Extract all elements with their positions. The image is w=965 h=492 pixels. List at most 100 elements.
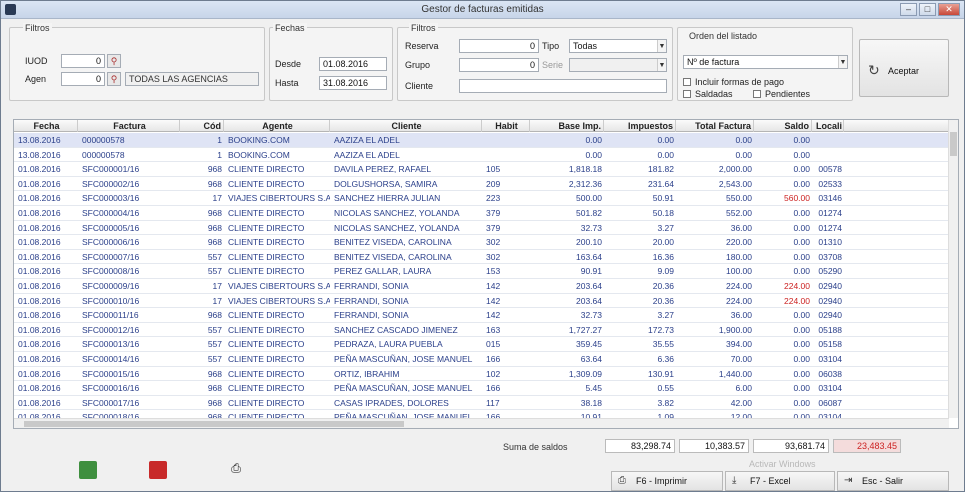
table-row[interactable]: 01.08.2016 SFC000010/16 17 VIAJES CIBERTOUR… — [14, 294, 949, 309]
hasta-date-input[interactable]: 31.08.2016 — [319, 76, 387, 90]
cell-fecha: 01.08.2016 — [18, 266, 61, 277]
pendientes-checkbox[interactable] — [753, 90, 761, 98]
column-header-locali[interactable]: Locali — [814, 120, 844, 132]
total-factura: 93,681.74 — [753, 439, 829, 453]
print-button[interactable]: ⎙ F6 - Imprimir — [611, 471, 723, 491]
table-row[interactable]: 01.08.2016 SFC000013/16 557 CLIENTE DIRECTO… — [14, 337, 949, 352]
cell-locali: 05290 — [818, 266, 842, 277]
cell-factura: SFC000002/16 — [82, 178, 140, 189]
order-group-title: Orden del listado — [687, 31, 760, 41]
column-header-base[interactable]: Base Imp. — [532, 120, 604, 132]
table-row[interactable]: 01.08.2016 SFC000007/16 557 CLIENTE DIRECTO… — [14, 250, 949, 265]
minimize-button[interactable]: – — [900, 3, 917, 16]
table-row[interactable]: 01.08.2016 SFC000003/16 17 VIAJES CIBERTOUR… — [14, 191, 949, 206]
vertical-scrollbar[interactable] — [948, 120, 958, 418]
agen-input[interactable]: 0 — [61, 72, 105, 86]
cell-base: 5.45 — [585, 383, 602, 394]
cell-base: 501.82 — [576, 207, 602, 218]
desde-date-input[interactable]: 01.08.2016 — [319, 57, 387, 71]
table-row[interactable]: 01.08.2016 SFC000008/16 557 CLIENTE DIRECTO… — [14, 264, 949, 279]
hasta-label: Hasta — [275, 78, 299, 88]
cell-cod: 968 — [207, 368, 222, 379]
table-row[interactable]: 01.08.2016 SFC000016/16 968 CLIENTE DIRECTO… — [14, 381, 949, 396]
order-select[interactable]: Nº de factura ▼ — [683, 55, 848, 69]
totals-label: Suma de saldos — [503, 442, 568, 452]
table-row[interactable]: 01.08.2016 SFC000015/16 968 CLIENTE DIRECTO… — [14, 367, 949, 382]
column-header-total[interactable]: Total Factura — [678, 120, 754, 132]
table-row[interactable]: 13.08.2016 000000578 1 BOOKING.COM AAZIZA EL… — [14, 133, 949, 148]
cell-total: 100.00 — [726, 266, 752, 277]
cell-locali: 05158 — [818, 339, 842, 350]
cell-cliente: ORTIZ, IBRAHIM — [334, 368, 400, 379]
grupo-input[interactable]: 0 — [459, 58, 539, 72]
cell-agente: BOOKING.COM — [228, 135, 290, 145]
table-row[interactable]: 01.08.2016 SFC000001/16 968 CLIENTE DIRECTO… — [14, 162, 949, 177]
total-impuestos: 10,383.57 — [679, 439, 749, 453]
printer-icon[interactable]: ⎙ — [227, 461, 245, 479]
cell-fecha: 01.08.2016 — [18, 237, 61, 248]
cell-cod: 17 — [212, 295, 222, 306]
cell-agente: CLIENTE DIRECTO — [228, 397, 305, 408]
table-row[interactable]: 01.08.2016 SFC000017/16 968 CLIENTE DIRECTO… — [14, 396, 949, 411]
cell-cliente: AAZIZA EL ADEL — [334, 149, 400, 160]
cell-cod: 17 — [212, 193, 222, 204]
maximize-button[interactable]: □ — [919, 3, 936, 16]
refresh-icon: ↻ — [868, 62, 880, 78]
cell-agente: CLIENTE DIRECTO — [228, 339, 305, 350]
agen-search-button[interactable]: ⚲ — [107, 72, 121, 86]
cell-total: 0.00 — [735, 135, 752, 145]
cell-cliente: DAVILA PEREZ, RAFAEL — [334, 164, 432, 175]
iuod-label: IUOD — [25, 56, 48, 66]
column-header-impuestos[interactable]: Impuestos — [606, 120, 676, 132]
table-row[interactable]: 01.08.2016 SFC000004/16 968 CLIENTE DIRECTO… — [14, 206, 949, 221]
saldadas-checkbox[interactable] — [683, 90, 691, 98]
table-row[interactable]: 01.08.2016 SFC000002/16 968 CLIENTE DIRECTO… — [14, 177, 949, 192]
table-row[interactable]: 01.08.2016 SFC000006/16 968 CLIENTE DIRECTO… — [14, 235, 949, 250]
table-row[interactable]: 13.08.2016 000000578 1 BOOKING.COM AAZIZA EL… — [14, 148, 949, 163]
cell-locali: 05188 — [818, 324, 842, 335]
accept-button[interactable]: ↻ Aceptar — [859, 39, 949, 97]
serie-select[interactable]: ▼ — [569, 58, 667, 72]
cell-saldo: 0.00 — [793, 368, 810, 379]
excel-button[interactable]: ⤓ F7 - Excel — [725, 471, 835, 491]
table-row[interactable]: 01.08.2016 SFC000012/16 557 CLIENTE DIRECTO… — [14, 323, 949, 338]
cell-habit: 015 — [486, 339, 501, 350]
cell-impuestos: 181.82 — [648, 164, 674, 175]
close-button[interactable]: ✕ — [938, 3, 960, 16]
column-header-cliente[interactable]: Cliente — [332, 120, 482, 132]
pdf-icon[interactable] — [149, 461, 167, 479]
column-header-agente[interactable]: Agente — [226, 120, 330, 132]
include-payment-checkbox[interactable] — [683, 78, 691, 86]
cell-cod: 968 — [207, 164, 222, 175]
table-row[interactable]: 01.08.2016 SFC000011/16 968 CLIENTE DIRECTO… — [14, 308, 949, 323]
cell-agente: CLIENTE DIRECTO — [228, 266, 305, 277]
cell-cod: 557 — [207, 266, 222, 277]
table-row[interactable]: 01.08.2016 SFC000014/16 557 CLIENTE DIRECTO… — [14, 352, 949, 367]
iuod-search-button[interactable]: ⚲ — [107, 54, 121, 68]
cell-impuestos: 20.36 — [652, 295, 674, 306]
iuod-input[interactable]: 0 — [61, 54, 105, 68]
column-header-cod[interactable]: Cód — [182, 120, 224, 132]
cell-habit: 153 — [486, 266, 501, 277]
cliente-input[interactable] — [459, 79, 667, 93]
column-header-habit[interactable]: Habit — [484, 120, 530, 132]
cell-factura: SFC000004/16 — [82, 207, 140, 218]
cell-saldo: 0.00 — [793, 383, 810, 394]
cell-fecha: 01.08.2016 — [18, 207, 61, 218]
column-header-saldo[interactable]: Saldo — [756, 120, 812, 132]
exit-button[interactable]: ⇥ Esc - Salir — [837, 471, 949, 491]
chevron-down-icon: ▼ — [657, 40, 666, 52]
horizontal-scrollbar[interactable] — [14, 418, 949, 428]
tipo-select[interactable]: Todas ▼ — [569, 39, 667, 53]
cell-total: 394.00 — [726, 339, 752, 350]
column-header-fecha[interactable]: Fecha — [16, 120, 78, 132]
table-row[interactable]: 01.08.2016 SFC000005/16 968 CLIENTE DIRECTO… — [14, 221, 949, 236]
cell-total: 70.00 — [730, 353, 752, 364]
table-row[interactable]: 01.08.2016 SFC000009/16 17 VIAJES CIBERTOUR… — [14, 279, 949, 294]
excel-icon[interactable] — [79, 461, 97, 479]
cell-agente: CLIENTE DIRECTO — [228, 324, 305, 335]
reserva-input[interactable]: 0 — [459, 39, 539, 53]
export-icon: ⤓ — [732, 475, 737, 486]
column-header-factura[interactable]: Factura — [80, 120, 180, 132]
cell-impuestos: 9.09 — [657, 266, 674, 277]
